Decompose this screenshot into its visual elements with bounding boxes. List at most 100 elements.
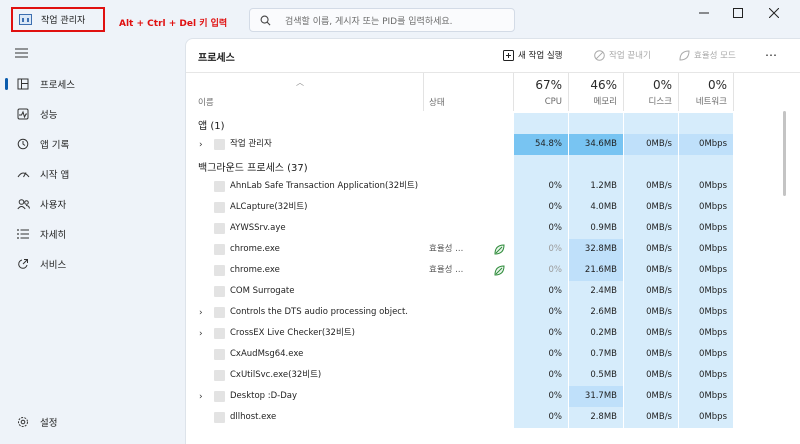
sidebar: 프로세스 성능 앱 기록 시작 앱 사용자 자세히 서비스 설정 <box>0 38 185 444</box>
process-icon <box>214 391 225 402</box>
sidebar-item-label: 앱 기록 <box>40 140 70 151</box>
process-name: chrome.exe <box>230 265 280 275</box>
process-icon <box>214 223 225 234</box>
process-name: CxAudMsg64.exe <box>230 349 304 359</box>
table-row[interactable]: 0% 2.6MB 0MB/s 0Mbps › Controls the DTS audio… <box>186 302 786 323</box>
app-title: 작업 관리자 <box>41 16 86 26</box>
efficiency-mode-button[interactable]: 효율성 모드 <box>679 47 736 63</box>
net-cell: 0Mbps <box>679 218 734 239</box>
new-task-button[interactable]: 새 작업 실행 <box>503 47 563 63</box>
net-cell: 0Mbps <box>679 239 734 260</box>
table-row[interactable]: 0% 2.8MB 0MB/s 0Mbps dllhost.exe <box>186 407 786 428</box>
net-cell: 0Mbps <box>679 407 734 428</box>
more-options-button[interactable]: ⋯ <box>765 48 778 62</box>
mem-cell: 0.7MB <box>569 344 624 365</box>
minimize-button[interactable] <box>692 5 716 21</box>
process-icon <box>214 181 225 192</box>
table-row[interactable]: 0% 0.9MB 0MB/s 0Mbps AYWSSrv.aye <box>186 218 786 239</box>
maximize-button[interactable] <box>726 5 750 21</box>
process-name: Controls the DTS audio processing object… <box>230 307 409 317</box>
processes-icon <box>16 77 30 91</box>
mem-cell: 2.8MB <box>569 407 624 428</box>
net-cell: 0Mbps <box>679 281 734 302</box>
column-header-name[interactable] <box>186 73 424 111</box>
expand-chevron-icon[interactable]: › <box>199 392 203 402</box>
process-icon <box>214 202 225 213</box>
column-header-disk[interactable]: 0% 디스크 <box>624 73 679 111</box>
gear-icon <box>16 415 30 429</box>
hamburger-menu-button[interactable] <box>15 48 28 61</box>
mem-cell: 31.7MB <box>569 386 624 407</box>
table-row[interactable]: 0% 31.7MB 0MB/s 0Mbps › Desktop :D-Day <box>186 386 786 407</box>
mem-cell: 0.9MB <box>569 218 624 239</box>
cpu-cell: 0% <box>514 218 569 239</box>
net-cell: 0Mbps <box>679 365 734 386</box>
details-icon <box>16 227 30 241</box>
cpu-cell: 0% <box>514 260 569 281</box>
sidebar-item-users[interactable]: 사용자 <box>0 192 180 216</box>
group-header-apps[interactable]: 앱 (1) <box>186 113 786 134</box>
expand-chevron-icon[interactable]: › <box>199 308 203 318</box>
efficiency-leaf-icon <box>494 265 505 276</box>
process-name: AYWSSrv.aye <box>230 223 286 233</box>
table-row[interactable]: 0% 21.6MB 0MB/s 0Mbps chrome.exe 효율성 ... <box>186 260 786 281</box>
sidebar-item-details[interactable]: 자세히 <box>0 222 180 246</box>
table-row[interactable]: 0% 32.8MB 0MB/s 0Mbps chrome.exe 효율성 ... <box>186 239 786 260</box>
annotation-text: Alt + Ctrl + Del 키 입력 <box>119 19 228 29</box>
disk-cell: 0MB/s <box>624 365 679 386</box>
new-task-label: 새 작업 실행 <box>518 51 563 61</box>
search-box[interactable]: 검색할 이름, 게시자 또는 PID를 입력하세요. <box>249 8 515 32</box>
close-button[interactable] <box>762 5 786 21</box>
performance-icon <box>16 107 30 121</box>
column-header-cpu[interactable]: 67% CPU <box>514 73 569 111</box>
settings-label: 설정 <box>40 418 58 429</box>
end-task-button[interactable]: 작업 끝내기 <box>594 47 651 63</box>
column-header-status-label: 상태 <box>429 98 445 108</box>
disk-cell: 0MB/s <box>624 176 679 197</box>
disk-cell: 0MB/s <box>624 197 679 218</box>
disk-cell: 0MB/s <box>624 218 679 239</box>
table-row[interactable]: 0% 0.5MB 0MB/s 0Mbps CxUtilSvc.exe(32비트) <box>186 365 786 386</box>
group-heat-cell <box>514 113 569 134</box>
table-row[interactable]: 0% 4.0MB 0MB/s 0Mbps ALCapture(32비트) <box>186 197 786 218</box>
process-name: CrossEX Live Checker(32비트) <box>230 328 355 338</box>
table-row[interactable]: 0% 0.2MB 0MB/s 0Mbps › CrossEX Live Checker(3… <box>186 323 786 344</box>
sidebar-item-app-history[interactable]: 앱 기록 <box>0 132 180 156</box>
sidebar-item-label: 서비스 <box>40 260 67 271</box>
sidebar-item-label: 프로세스 <box>40 80 75 91</box>
memory-label: 메모리 <box>593 97 617 107</box>
sidebar-item-services[interactable]: 서비스 <box>0 252 180 276</box>
column-header-network[interactable]: 0% 네트워크 <box>679 73 734 111</box>
sidebar-item-processes[interactable]: 프로세스 <box>0 72 180 96</box>
end-task-label: 작업 끝내기 <box>609 51 651 61</box>
table-row[interactable]: 0% 2.4MB 0MB/s 0Mbps COM Surrogate <box>186 281 786 302</box>
sidebar-item-settings[interactable]: 설정 <box>0 410 180 434</box>
maximize-icon <box>733 8 743 18</box>
process-name: Desktop :D-Day <box>230 391 298 401</box>
process-name: chrome.exe <box>230 244 280 254</box>
mem-cell: 34.6MB <box>569 134 624 155</box>
mem-cell: 4.0MB <box>569 197 624 218</box>
search-input[interactable]: 검색할 이름, 게시자 또는 PID를 입력하세요. <box>285 14 453 27</box>
mem-cell: 0.2MB <box>569 323 624 344</box>
process-name: COM Surrogate <box>230 286 295 296</box>
network-total: 0% <box>707 78 727 92</box>
group-header-background[interactable]: 백그라운드 프로세스 (37) <box>186 155 786 176</box>
mem-cell: 32.8MB <box>569 239 624 260</box>
net-cell: 0Mbps <box>679 134 734 155</box>
table-row[interactable]: 0% 1.2MB 0MB/s 0Mbps AhnLab Safe Transaction… <box>186 176 786 197</box>
net-cell: 0Mbps <box>679 344 734 365</box>
net-cell: 0Mbps <box>679 302 734 323</box>
table-row[interactable]: 54.8% 34.6MB 0MB/s 0Mbps › 작업 관리자 <box>186 134 786 155</box>
disk-cell: 0MB/s <box>624 281 679 302</box>
expand-chevron-icon[interactable]: › <box>199 329 203 339</box>
process-name: CxUtilSvc.exe(32비트) <box>230 370 322 380</box>
group-heat-cell <box>679 113 734 134</box>
expand-chevron-icon[interactable]: › <box>199 140 203 150</box>
sidebar-item-performance[interactable]: 성능 <box>0 102 180 126</box>
close-icon <box>769 8 779 18</box>
cpu-cell: 0% <box>514 197 569 218</box>
sidebar-item-startup-apps[interactable]: 시작 앱 <box>0 162 180 186</box>
table-row[interactable]: 0% 0.7MB 0MB/s 0Mbps CxAudMsg64.exe <box>186 344 786 365</box>
column-header-memory[interactable]: 46% 메모리 <box>569 73 624 111</box>
